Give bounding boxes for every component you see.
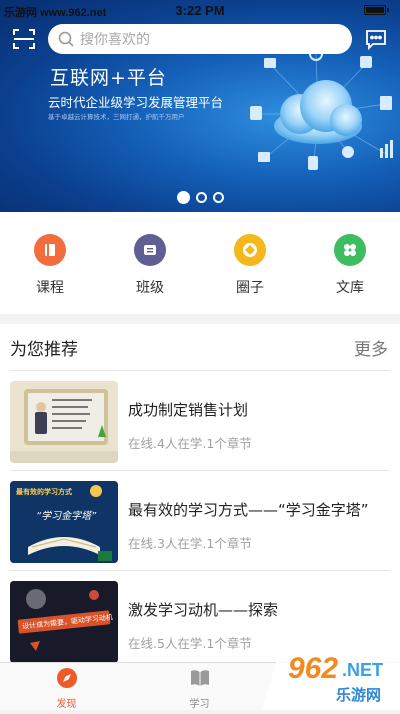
carousel-dot-2[interactable] [195, 192, 207, 203]
course-title-3: 激发学习动机——探索 [128, 601, 279, 619]
circle-icon [234, 234, 266, 266]
banner-title: 互联网+平台 [50, 67, 167, 89]
banner-tagline: 基于卓越云计算技术，三网打通，护航千万用户 [48, 113, 185, 121]
class-icon [134, 234, 166, 266]
course-thumbnail-3: 设计成为需要，驱动学习动机 [10, 581, 118, 663]
recommend-section: 为您推荐 更多 成功制定销售计划 在线.4人在学.1个章节 最有效的学习方式 “… [0, 324, 400, 663]
nav-class[interactable]: 班级 [110, 234, 190, 314]
course-thumbnail-2: 最有效的学习方式 “学习金字塔” [10, 481, 118, 563]
logo-suffix: .NET [342, 660, 384, 680]
search-placeholder: 搜你喜欢的 [80, 32, 150, 48]
course-meta-2: 在线.3人在学.1个章节 [128, 536, 252, 551]
tab-discover-label: 发现 [56, 699, 77, 710]
course-meta-3: 在线.5人在学.1个章节 [128, 636, 252, 651]
nav-library-label: 文库 [336, 280, 364, 296]
more-link[interactable]: 更多 [354, 335, 388, 360]
nav-circle[interactable]: 圈子 [210, 234, 290, 314]
course-thumbnail-1 [10, 381, 118, 463]
course-meta-1: 在线.4人在学.1个章节 [128, 436, 252, 451]
recommend-title: 为您推荐 [10, 339, 78, 360]
logo-text: 乐游网 [336, 686, 382, 704]
course-title-2: 最有效的学习方式——“学习金字塔” [128, 501, 369, 519]
recommend-header: 为您推荐 更多 [0, 324, 400, 370]
book-icon [34, 234, 66, 266]
compass-icon [56, 667, 78, 693]
tab-discover[interactable]: 发现 [0, 663, 133, 710]
carousel-dot-1[interactable] [176, 191, 190, 204]
carousel-dot-3[interactable] [212, 192, 224, 203]
scan-icon[interactable] [12, 27, 36, 51]
status-time: 3:22 PM [175, 3, 225, 18]
course-title-1: 成功制定销售计划 [128, 401, 249, 419]
hero-banner[interactable]: 乐游网 www.962.net 3:22 PM 搜你喜欢的 互联网+平台 云时代… [0, 0, 400, 212]
course-item-1[interactable]: 成功制定销售计划 在线.4人在学.1个章节 [10, 370, 390, 470]
logo-number: 962 [288, 652, 339, 685]
nav-course-label: 课程 [36, 280, 64, 296]
quick-nav: 课程 班级 圈子 文库 [0, 212, 400, 314]
nav-course[interactable]: 课程 [10, 234, 90, 314]
carousel-indicator [0, 191, 400, 204]
cloud-illustration [250, 47, 393, 170]
nav-library[interactable]: 文库 [310, 234, 390, 314]
nav-class-label: 班级 [136, 280, 164, 296]
course-thumbnail-caption-2: “学习金字塔” [36, 511, 97, 522]
banner-subtitle: 云时代企业级学习发展管理平台 [48, 95, 224, 110]
open-book-icon [189, 667, 211, 693]
search-icon [58, 31, 74, 47]
tab-study[interactable]: 学习 [133, 663, 266, 710]
nav-circle-label: 圈子 [236, 280, 264, 296]
course-thumbnail-heading-2: 最有效的学习方式 [16, 488, 72, 496]
library-icon [334, 234, 366, 266]
battery-icon [364, 5, 389, 15]
search-input[interactable]: 搜你喜欢的 [48, 24, 352, 54]
course-item-2[interactable]: 最有效的学习方式 “学习金字塔” 最有效的学习方式——“学习金字塔” 在线.3人… [10, 470, 390, 570]
tab-study-label: 学习 [189, 699, 210, 710]
site-logo: 962 .NET 乐游网 [262, 632, 400, 710]
message-icon[interactable] [364, 27, 388, 51]
